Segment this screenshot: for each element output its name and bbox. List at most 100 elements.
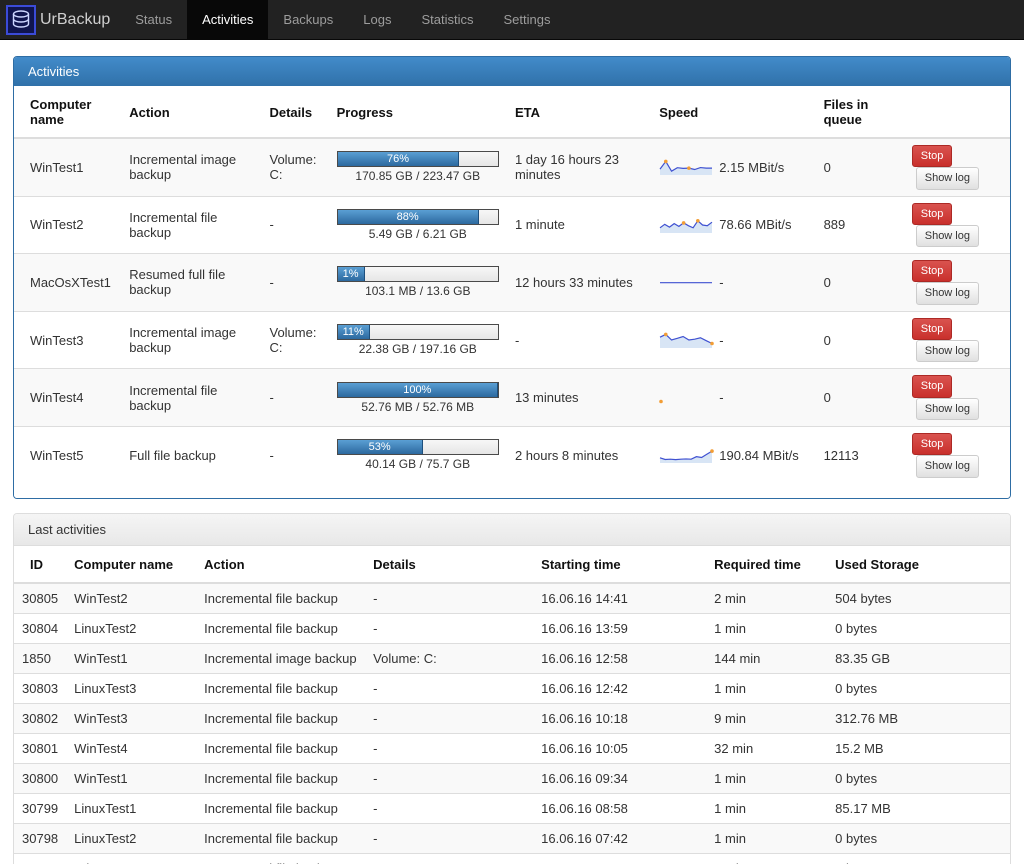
activity-speed-value: - bbox=[719, 390, 723, 405]
last-activity-row: 30798LinuxTest2Incremental file backup-1… bbox=[14, 823, 1010, 853]
activity-actions-cell: StopShow log bbox=[904, 138, 1010, 196]
last-activity-details: - bbox=[365, 583, 533, 614]
last-activity-starting-time: 16.06.16 13:59 bbox=[533, 613, 706, 643]
last-activity-row: 30804LinuxTest2Incremental file backup-1… bbox=[14, 613, 1010, 643]
last-activity-starting-time: 16.06.16 12:58 bbox=[533, 643, 706, 673]
stop-button[interactable]: Stop bbox=[912, 203, 953, 225]
last-activity-required-time: 1 min bbox=[706, 673, 827, 703]
last-activities-table-header: IDComputer nameActionDetailsStarting tim… bbox=[14, 546, 1010, 583]
last-activity-row: 30799LinuxTest1Incremental file backup-1… bbox=[14, 793, 1010, 823]
last-activity-action: Incremental file backup bbox=[196, 703, 365, 733]
last-activity-details: - bbox=[365, 613, 533, 643]
last-activity-required-time: 1 min bbox=[706, 823, 827, 853]
last-activity-used-storage: 0 bytes bbox=[827, 613, 1010, 643]
activity-files-in-queue: 0 bbox=[816, 254, 904, 312]
stop-button[interactable]: Stop bbox=[912, 375, 953, 397]
last-activity-used-storage: 15.2 MB bbox=[827, 733, 1010, 763]
nav-item-settings[interactable]: Settings bbox=[489, 0, 566, 39]
activity-actions-cell: StopShow log bbox=[904, 369, 1010, 427]
activities-col-header: Files in queue bbox=[816, 86, 904, 138]
last-activity-row: 30805WinTest2Incremental file backup-16.… bbox=[14, 583, 1010, 614]
last-activities-panel: Last activities IDComputer nameActionDet… bbox=[13, 513, 1011, 864]
activity-files-in-queue: 0 bbox=[816, 369, 904, 427]
last-activity-used-storage: 504 bytes bbox=[827, 583, 1010, 614]
last-activities-col-header: Action bbox=[196, 546, 365, 583]
show-log-button[interactable]: Show log bbox=[916, 455, 979, 477]
progress-size-label: 170.85 GB / 223.47 GB bbox=[337, 169, 499, 183]
last-activities-table: IDComputer nameActionDetailsStarting tim… bbox=[14, 546, 1010, 864]
show-log-button[interactable]: Show log bbox=[916, 340, 979, 362]
last-activity-details: - bbox=[365, 763, 533, 793]
last-activity-used-storage: 83.35 GB bbox=[827, 643, 1010, 673]
activity-speed-cell: 2.15 MBit/s bbox=[651, 138, 815, 196]
last-activity-row: 30800WinTest1Incremental file backup-16.… bbox=[14, 763, 1010, 793]
nav-item-status[interactable]: Status bbox=[120, 0, 187, 39]
activities-col-header-actions bbox=[904, 86, 1010, 138]
nav-item-statistics[interactable]: Statistics bbox=[406, 0, 488, 39]
activity-speed-value: 190.84 MBit/s bbox=[719, 448, 799, 463]
activity-eta: 1 day 16 hours 23 minutes bbox=[507, 138, 651, 196]
last-activity-action: Incremental file backup bbox=[196, 793, 365, 823]
last-activity-required-time: 4 min bbox=[706, 853, 827, 864]
show-log-button[interactable]: Show log bbox=[916, 282, 979, 304]
last-activities-col-header: Computer name bbox=[66, 546, 196, 583]
activity-details: - bbox=[261, 369, 328, 427]
last-activity-used-storage: 0 bytes bbox=[827, 853, 1010, 864]
activities-col-header: Computer name bbox=[14, 86, 121, 138]
activity-progress-cell: 1% 103.1 MB / 13.6 GB bbox=[329, 254, 507, 312]
progress-bar-fill: 1% bbox=[338, 267, 365, 281]
activity-computer-name: WinTest2 bbox=[14, 196, 121, 254]
activity-details: Volume: C: bbox=[261, 311, 328, 369]
last-activities-col-header: Required time bbox=[706, 546, 827, 583]
activity-speed-cell: 78.66 MBit/s bbox=[651, 196, 815, 254]
last-activity-action: Incremental file backup bbox=[196, 583, 365, 614]
activity-action: Resumed full file backup bbox=[121, 254, 261, 312]
activity-speed-value: 2.15 MBit/s bbox=[719, 160, 784, 175]
speed-sparkline bbox=[659, 330, 714, 350]
nav-item-backups[interactable]: Backups bbox=[268, 0, 348, 39]
stop-button[interactable]: Stop bbox=[912, 145, 953, 167]
last-activity-used-storage: 312.76 MB bbox=[827, 703, 1010, 733]
activity-progress-cell: 11%22.38 GB / 197.16 GB bbox=[329, 311, 507, 369]
last-activity-id: 30803 bbox=[14, 673, 66, 703]
last-activity-computer-name: LinuxTest1 bbox=[66, 793, 196, 823]
last-activity-action: Incremental file backup bbox=[196, 673, 365, 703]
last-activity-id: 30796 bbox=[14, 853, 66, 864]
activity-action: Incremental file backup bbox=[121, 369, 261, 427]
show-log-button[interactable]: Show log bbox=[916, 398, 979, 420]
last-activity-required-time: 32 min bbox=[706, 733, 827, 763]
show-log-button[interactable]: Show log bbox=[916, 167, 979, 189]
last-activity-id: 30801 bbox=[14, 733, 66, 763]
last-activity-computer-name: WinTest4 bbox=[66, 733, 196, 763]
stop-button[interactable]: Stop bbox=[912, 433, 953, 455]
show-log-button[interactable]: Show log bbox=[916, 225, 979, 247]
brand-name: UrBackup bbox=[40, 11, 110, 29]
last-activity-starting-time: 16.06.16 08:58 bbox=[533, 793, 706, 823]
brand[interactable]: UrBackup bbox=[0, 0, 120, 39]
last-activity-action: Incremental file backup bbox=[196, 613, 365, 643]
last-activity-details: - bbox=[365, 793, 533, 823]
activity-row: MacOsXTest1Resumed full file backup-1%10… bbox=[14, 254, 1010, 312]
activity-progress-cell: 100%52.76 MB / 52.76 MB bbox=[329, 369, 507, 427]
top-navbar: UrBackup StatusActivitiesBackupsLogsStat… bbox=[0, 0, 1024, 40]
last-activity-computer-name: LinuxTest2 bbox=[66, 823, 196, 853]
last-activity-starting-time: 16.06.16 10:05 bbox=[533, 733, 706, 763]
activity-progress-cell: 88%5.49 GB / 6.21 GB bbox=[329, 196, 507, 254]
last-activity-row: 1850WinTest1Incremental image backupVolu… bbox=[14, 643, 1010, 673]
activity-actions-cell: StopShow log bbox=[904, 311, 1010, 369]
nav-item-activities[interactable]: Activities bbox=[187, 0, 268, 39]
last-activity-id: 30804 bbox=[14, 613, 66, 643]
activities-col-header: ETA bbox=[507, 86, 651, 138]
activities-table-header: Computer nameActionDetailsProgressETASpe… bbox=[14, 86, 1010, 138]
stop-button[interactable]: Stop bbox=[912, 260, 953, 282]
nav-item-logs[interactable]: Logs bbox=[348, 0, 406, 39]
last-activity-details: - bbox=[365, 853, 533, 864]
last-activity-used-storage: 0 bytes bbox=[827, 823, 1010, 853]
last-activity-used-storage: 0 bytes bbox=[827, 673, 1010, 703]
progress-size-label: 52.76 MB / 52.76 MB bbox=[337, 400, 499, 414]
stop-button[interactable]: Stop bbox=[912, 318, 953, 340]
progress-bar: 11% bbox=[337, 324, 499, 340]
speed-sparkline bbox=[659, 445, 714, 465]
progress-size-label: 103.1 MB / 13.6 GB bbox=[337, 284, 499, 298]
last-activity-used-storage: 0 bytes bbox=[827, 763, 1010, 793]
